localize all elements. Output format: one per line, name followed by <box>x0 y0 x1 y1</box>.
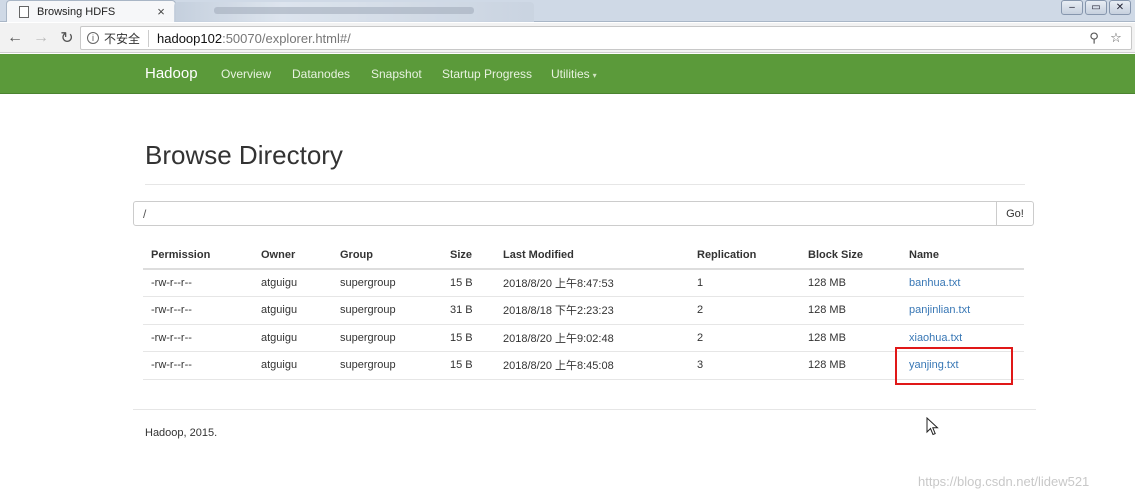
table-row: -rw-r--r-- atguigu supergroup 15 B 2018/… <box>143 269 1024 297</box>
cell-group: supergroup <box>332 269 442 297</box>
cell-size: 15 B <box>442 324 495 352</box>
close-window-button[interactable]: ✕ <box>1109 0 1131 15</box>
info-icon[interactable]: i <box>87 32 99 44</box>
header-owner[interactable]: Owner <box>253 241 332 270</box>
cell-owner: atguigu <box>253 324 332 352</box>
header-permission[interactable]: Permission <box>143 241 253 270</box>
header-size[interactable]: Size <box>442 241 495 270</box>
table-row: -rw-r--r-- atguigu supergroup 15 B 2018/… <box>143 351 1024 380</box>
bookmark-star-icon[interactable]: ☆ <box>1107 30 1125 46</box>
cell-group: supergroup <box>332 351 442 380</box>
cell-replication: 2 <box>689 296 800 325</box>
cell-permission: -rw-r--r-- <box>143 324 253 352</box>
file-link[interactable]: banhua.txt <box>901 269 1024 297</box>
cell-size: 15 B <box>442 351 495 380</box>
caret-down-icon: ▾ <box>592 71 597 80</box>
directory-path-input[interactable] <box>133 201 997 226</box>
cell-permission: -rw-r--r-- <box>143 269 253 297</box>
url-host: hadoop102 <box>157 30 223 46</box>
cell-last-modified: 2018/8/20 上午8:45:08 <box>495 351 689 380</box>
cell-last-modified: 2018/8/20 上午9:02:48 <box>495 324 689 352</box>
mouse-cursor-icon <box>926 417 939 436</box>
watermark-text: https://blog.csdn.net/lidew521 <box>918 474 1090 489</box>
divider <box>145 184 1025 185</box>
table-row: -rw-r--r-- atguigu supergroup 31 B 2018/… <box>143 296 1024 325</box>
hadoop-navbar: Hadoop Overview Datanodes Snapshot Start… <box>0 54 1135 94</box>
cell-permission: -rw-r--r-- <box>143 351 253 380</box>
header-replication[interactable]: Replication <box>689 241 800 270</box>
cell-group: supergroup <box>332 324 442 352</box>
minimize-button[interactable]: – <box>1061 0 1083 15</box>
cell-block-size: 128 MB <box>800 324 901 352</box>
page-icon <box>19 5 29 18</box>
tab-browsing-hdfs[interactable]: Browsing HDFS × <box>6 0 176 22</box>
url-input[interactable]: i 不安全 hadoop102:50070/explorer.html#/ ⚲ … <box>80 26 1132 50</box>
browser-tab-bar: Browsing HDFS × – ▭ ✕ <box>0 0 1135 22</box>
cell-block-size: 128 MB <box>800 351 901 380</box>
cell-size: 31 B <box>442 296 495 325</box>
cell-replication: 1 <box>689 269 800 297</box>
nav-startup-progress[interactable]: Startup Progress <box>442 67 532 81</box>
header-last-modified[interactable]: Last Modified <box>495 241 689 270</box>
go-button[interactable]: Go! <box>996 201 1034 226</box>
table-header-row: Permission Owner Group Size Last Modifie… <box>143 241 1024 270</box>
cell-size: 15 B <box>442 269 495 297</box>
window-controls: – ▭ ✕ <box>1059 0 1131 15</box>
footer-text: Hadoop, 2015. <box>145 427 218 439</box>
table-row: -rw-r--r-- atguigu supergroup 15 B 2018/… <box>143 324 1024 352</box>
zoom-icon[interactable]: ⚲ <box>1085 30 1103 46</box>
brand-logo[interactable]: Hadoop <box>145 65 198 82</box>
cell-group: supergroup <box>332 296 442 325</box>
cell-owner: atguigu <box>253 269 332 297</box>
annotation-highlight-box <box>895 347 1013 385</box>
reload-icon[interactable]: ↻ <box>56 28 78 48</box>
forward-arrow-icon[interactable]: → <box>30 29 52 47</box>
cell-replication: 2 <box>689 324 800 352</box>
nav-snapshot[interactable]: Snapshot <box>371 67 422 81</box>
cell-permission: -rw-r--r-- <box>143 296 253 325</box>
cell-last-modified: 2018/8/18 下午2:23:23 <box>495 296 689 325</box>
nav-utilities-label: Utilities <box>551 67 590 81</box>
close-tab-icon[interactable]: × <box>153 4 169 19</box>
header-block-size[interactable]: Block Size <box>800 241 901 270</box>
nav-overview[interactable]: Overview <box>221 67 271 81</box>
footer-divider <box>133 409 1036 410</box>
cell-last-modified: 2018/8/20 上午8:47:53 <box>495 269 689 297</box>
url-path: :50070/explorer.html#/ <box>222 30 351 46</box>
header-group[interactable]: Group <box>332 241 442 270</box>
insecure-label[interactable]: 不安全 <box>104 29 150 47</box>
address-bar: ← → ↻ i 不安全 hadoop102:50070/explorer.htm… <box>0 23 1135 53</box>
maximize-button[interactable]: ▭ <box>1085 0 1107 15</box>
nav-datanodes[interactable]: Datanodes <box>292 67 350 81</box>
file-link[interactable]: panjinlian.txt <box>901 296 1024 325</box>
back-arrow-icon[interactable]: ← <box>4 29 26 47</box>
cell-block-size: 128 MB <box>800 269 901 297</box>
nav-utilities[interactable]: Utilities ▾ <box>551 67 597 81</box>
tab-blurred[interactable] <box>174 2 534 22</box>
tab-title: Browsing HDFS <box>37 5 116 18</box>
page-title: Browse Directory <box>145 140 343 170</box>
cell-owner: atguigu <box>253 351 332 380</box>
cell-block-size: 128 MB <box>800 296 901 325</box>
cell-owner: atguigu <box>253 296 332 325</box>
cell-replication: 3 <box>689 351 800 380</box>
header-name[interactable]: Name <box>901 241 1024 270</box>
file-listing-table: Permission Owner Group Size Last Modifie… <box>143 241 1024 380</box>
